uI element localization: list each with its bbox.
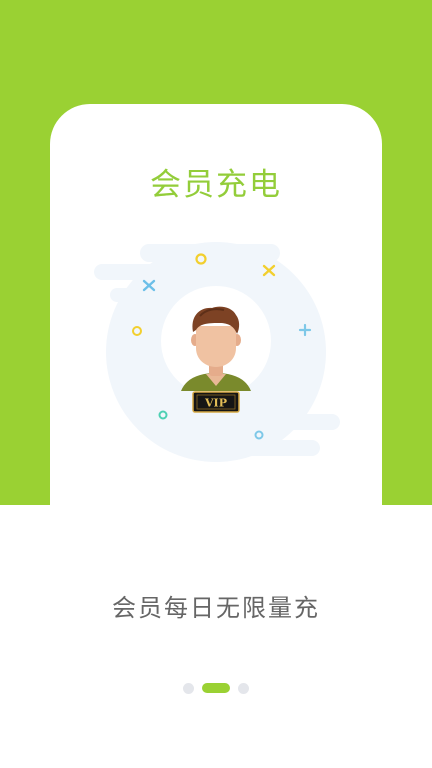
page-dot-active[interactable]: [202, 683, 230, 693]
intro-card: 会员充电 VIP: [50, 104, 382, 505]
vip-badge: VIP: [192, 391, 240, 413]
feature-description: 会员每日无限量充: [112, 594, 320, 622]
page-dot[interactable]: [238, 682, 249, 694]
page-dot[interactable]: [183, 682, 194, 694]
vip-badge-text: VIP: [204, 397, 227, 410]
vip-member-illustration: VIP: [94, 242, 340, 462]
page-indicator: [0, 682, 432, 694]
